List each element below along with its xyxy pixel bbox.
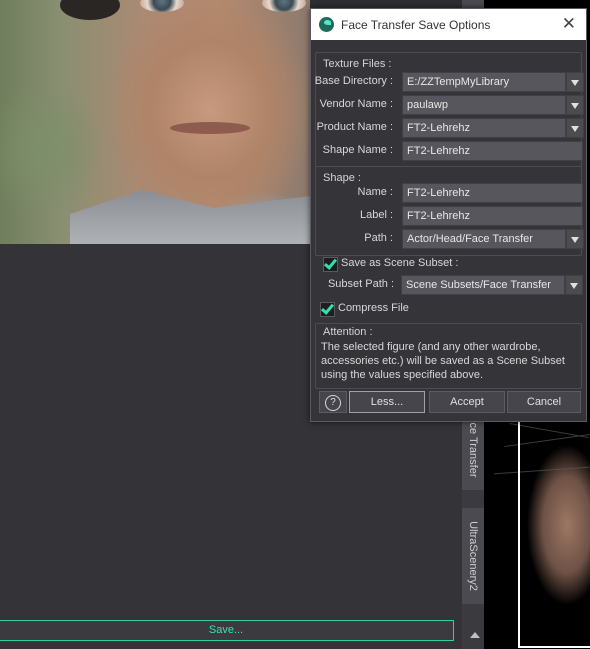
attention-group: Attention : The selected figure (and any… [315, 323, 582, 389]
shape-name-field[interactable]: FT2-Lehrehz [402, 141, 583, 161]
cancel-button[interactable]: Cancel [507, 391, 581, 413]
shape-name-label-2: Name : [357, 186, 393, 198]
scroll-up-icon[interactable] [470, 632, 480, 638]
shape-name-label: Shape Name : [322, 144, 393, 156]
base-directory-label: Base Directory : [314, 75, 393, 87]
shape-name-row-2: Name : FT2-Lehrehz [316, 183, 583, 203]
texture-files-group: Texture Files : Base Directory : E:/ZZTe… [314, 52, 584, 167]
subset-path-row: Subset Path : Scene Subsets/Face Transfe… [315, 275, 583, 295]
subset-path-label: Subset Path : [327, 278, 394, 290]
base-directory-row: Base Directory : E:/ZZTempMyLibrary [314, 72, 584, 92]
tab-face-transfer-label: ce Transfer [467, 422, 479, 478]
close-icon[interactable]: ✕ [562, 14, 576, 34]
hair [60, 0, 120, 20]
tab-face-transfer[interactable]: ce Transfer [462, 410, 484, 490]
compress-file-label: Compress File [338, 302, 409, 314]
attention-title: Attention : [323, 326, 373, 338]
shirt-collar [70, 190, 310, 244]
face-preview-image [0, 0, 310, 244]
subset-path-field[interactable]: Scene Subsets/Face Transfer [401, 275, 565, 295]
shape-group: Shape : Name : FT2-Lehrehz Label : FT2-L… [315, 166, 584, 256]
vendor-name-row: Vendor Name : paulawp [316, 95, 584, 115]
texture-files-title: Texture Files : [323, 58, 392, 70]
product-name-dropdown-icon[interactable] [566, 118, 584, 138]
base-directory-dropdown-icon[interactable] [566, 72, 584, 92]
accept-button[interactable]: Accept [429, 391, 505, 413]
less-button[interactable]: Less... [349, 391, 425, 413]
tab-ultrascenery-label: UltraScenery2 [467, 521, 479, 591]
product-name-label: Product Name : [316, 121, 393, 133]
dialog-title: Face Transfer Save Options [341, 18, 491, 32]
right-eye [262, 0, 306, 12]
shape-label-input[interactable]: FT2-Lehrehz [402, 206, 583, 226]
vendor-name-field[interactable]: paulawp [402, 95, 566, 115]
help-icon: ? [325, 395, 341, 411]
product-name-row: Product Name : FT2-Lehrehz [316, 118, 584, 138]
dialog-button-bar: ? Less... Accept Cancel [315, 391, 582, 415]
shape-label-row: Label : FT2-Lehrehz [316, 206, 583, 226]
vendor-name-dropdown-icon[interactable] [566, 95, 584, 115]
help-button[interactable]: ? [319, 391, 347, 413]
shape-name-row: Shape Name : FT2-Lehrehz [316, 141, 583, 161]
base-directory-field[interactable]: E:/ZZTempMyLibrary [402, 72, 566, 92]
save-button[interactable]: Save... [0, 620, 454, 641]
subset-path-dropdown-icon[interactable] [565, 275, 583, 295]
shape-name-input[interactable]: FT2-Lehrehz [402, 183, 583, 203]
dialog-titlebar[interactable]: Face Transfer Save Options ✕ [311, 9, 586, 40]
shape-label-label: Label : [359, 209, 393, 221]
vendor-name-label: Vendor Name : [319, 98, 393, 110]
daz-logo-icon [319, 17, 334, 32]
save-options-dialog: Face Transfer Save Options ✕ Texture Fil… [310, 8, 587, 422]
shape-path-field[interactable]: Actor/Head/Face Transfer [402, 229, 566, 249]
left-eye [140, 0, 184, 12]
shape-path-row: Path : Actor/Head/Face Transfer [316, 229, 584, 249]
product-name-field[interactable]: FT2-Lehrehz [402, 118, 566, 138]
tab-ultrascenery[interactable]: UltraScenery2 [462, 508, 484, 604]
attention-text: The selected figure (and any other wardr… [321, 341, 565, 381]
shape-path-dropdown-icon[interactable] [566, 229, 584, 249]
save-as-scene-subset-label: Save as Scene Subset : [341, 257, 459, 269]
save-as-scene-subset-checkbox[interactable] [323, 257, 338, 272]
scene-subset-group: Save as Scene Subset : Subset Path : Sce… [315, 257, 583, 321]
shape-path-label: Path : [364, 232, 393, 244]
mouth [170, 122, 250, 134]
viewport-frame [518, 420, 590, 648]
compress-file-checkbox[interactable] [320, 302, 335, 317]
